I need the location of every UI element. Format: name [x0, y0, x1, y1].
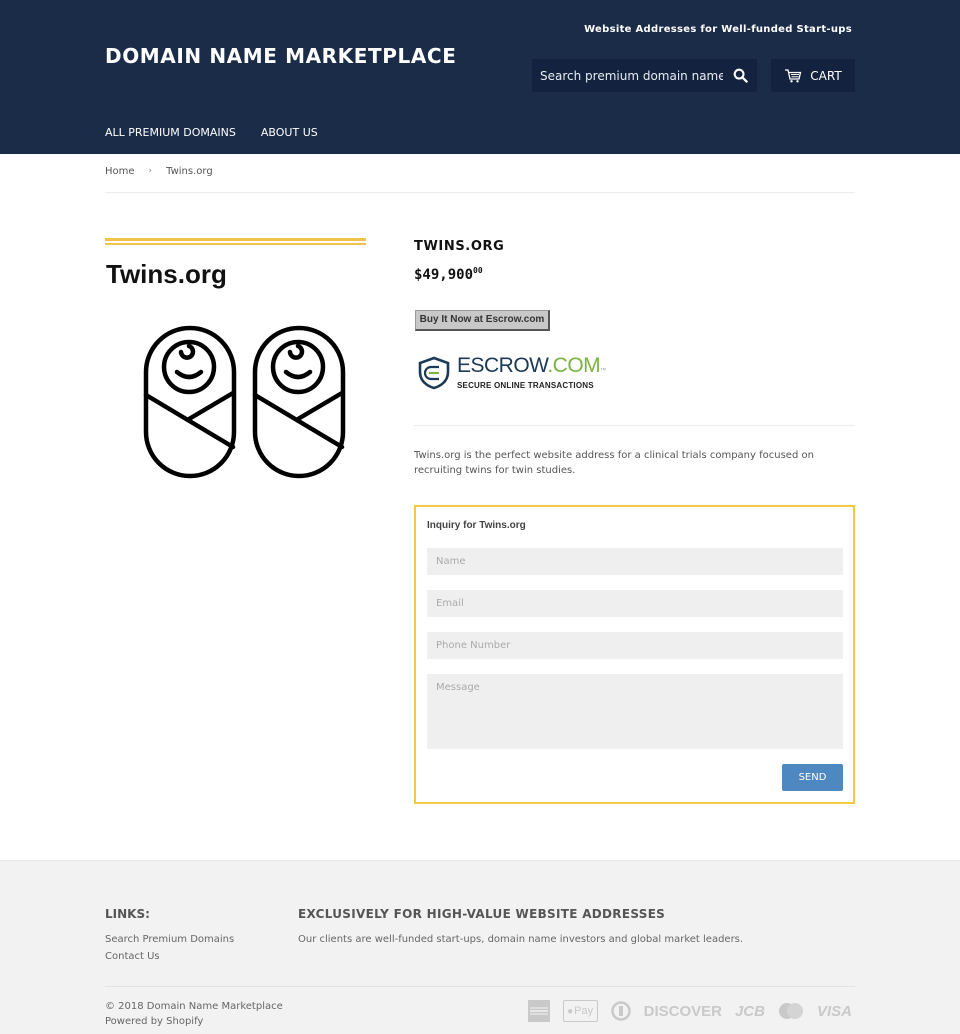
search-bar — [532, 59, 757, 92]
image-domain-title: Twins.org — [106, 259, 227, 289]
message-field[interactable] — [427, 674, 843, 749]
name-field[interactable] — [427, 548, 843, 575]
footer-link-contact-us[interactable]: Contact Us — [105, 951, 234, 963]
site-logo[interactable]: DOMAIN NAME MARKETPLACE — [105, 44, 456, 68]
site-header: Website Addresses for Well-funded Start-… — [0, 0, 960, 154]
product-divider — [414, 425, 855, 426]
nav-all-premium-domains[interactable]: ALL PREMIUM DOMAINS — [105, 126, 236, 139]
buy-now-escrow-button[interactable]: Buy It Now at Escrow.com — [415, 310, 550, 331]
footer-links: Search Premium Domains Contact Us — [105, 934, 234, 963]
cart-label: CART — [810, 68, 842, 83]
main-nav: ALL PREMIUM DOMAINS ABOUT US — [105, 126, 318, 139]
swaddled-twins-icon — [143, 325, 346, 479]
image-accent-line — [105, 243, 366, 245]
master-icon — [778, 1003, 803, 1019]
payment-icons: ● Pay DISCOVER JCB VISA — [527, 1000, 852, 1022]
phone-field[interactable] — [427, 632, 843, 659]
product-image: Twins.org — [105, 237, 366, 487]
product-description: Twins.org is the perfect website address… — [414, 450, 814, 476]
footer-divider — [105, 986, 855, 987]
nav-about-us[interactable]: ABOUT US — [261, 126, 318, 139]
price-cents: 00 — [473, 266, 483, 275]
inquiry-title: Inquiry for Twins.org — [427, 520, 526, 531]
price-main: $49,900 — [414, 267, 474, 283]
footer-link-search-premium-domains[interactable]: Search Premium Domains — [105, 934, 234, 946]
diners-club-icon — [610, 1001, 631, 1021]
footer-about-title: EXCLUSIVELY FOR HIGH-VALUE WEBSITE ADDRE… — [298, 907, 666, 921]
jcb-icon: JCB — [734, 1002, 765, 1020]
cart-icon — [785, 68, 802, 82]
escrow-brand: ESCROW.COM™ — [457, 354, 606, 377]
email-field[interactable] — [427, 590, 843, 617]
search-input[interactable] — [532, 59, 723, 92]
visa-icon: VISA — [816, 1002, 852, 1020]
inquiry-form: Inquiry for Twins.org SEND — [414, 505, 855, 804]
image-accent-line — [105, 238, 366, 241]
cart-button[interactable]: CART — [771, 59, 855, 92]
escrow-logo[interactable]: ESCROW.COM™ SECURE ONLINE TRANSACTIONS — [417, 354, 606, 390]
site-footer: LINKS: Search Premium Domains Contact Us… — [0, 860, 960, 1034]
discover-icon: DISCOVER — [643, 1002, 722, 1020]
escrow-subtitle: SECURE ONLINE TRANSACTIONS — [457, 381, 594, 390]
product-title: TWINS.ORG — [414, 239, 505, 254]
powered-by-shopify-link[interactable]: Powered by Shopify — [105, 1016, 203, 1027]
american-express-icon — [527, 1000, 550, 1022]
search-button[interactable] — [723, 59, 757, 92]
breadcrumb: Home › Twins.org — [105, 166, 213, 177]
header-tagline: Website Addresses for Well-funded Start-… — [584, 24, 852, 35]
footer-about-text: Our clients are well-funded start-ups, d… — [298, 934, 744, 945]
escrow-shield-icon — [418, 356, 450, 390]
breadcrumb-home[interactable]: Home — [105, 166, 135, 177]
search-icon — [733, 68, 748, 83]
breadcrumb-current: Twins.org — [166, 166, 213, 177]
copyright-text: © 2018 Domain Name Marketplace — [105, 1001, 283, 1012]
breadcrumb-divider — [105, 192, 855, 193]
apple-pay-icon: ● Pay — [562, 1000, 598, 1022]
send-button[interactable]: SEND — [782, 764, 843, 791]
footer-links-title: LINKS: — [105, 907, 150, 921]
product-price: $49,90000 — [414, 266, 483, 283]
breadcrumb-separator: › — [148, 166, 153, 176]
footer-copyright: © 2018 Domain Name Marketplace Powered b… — [105, 999, 283, 1029]
